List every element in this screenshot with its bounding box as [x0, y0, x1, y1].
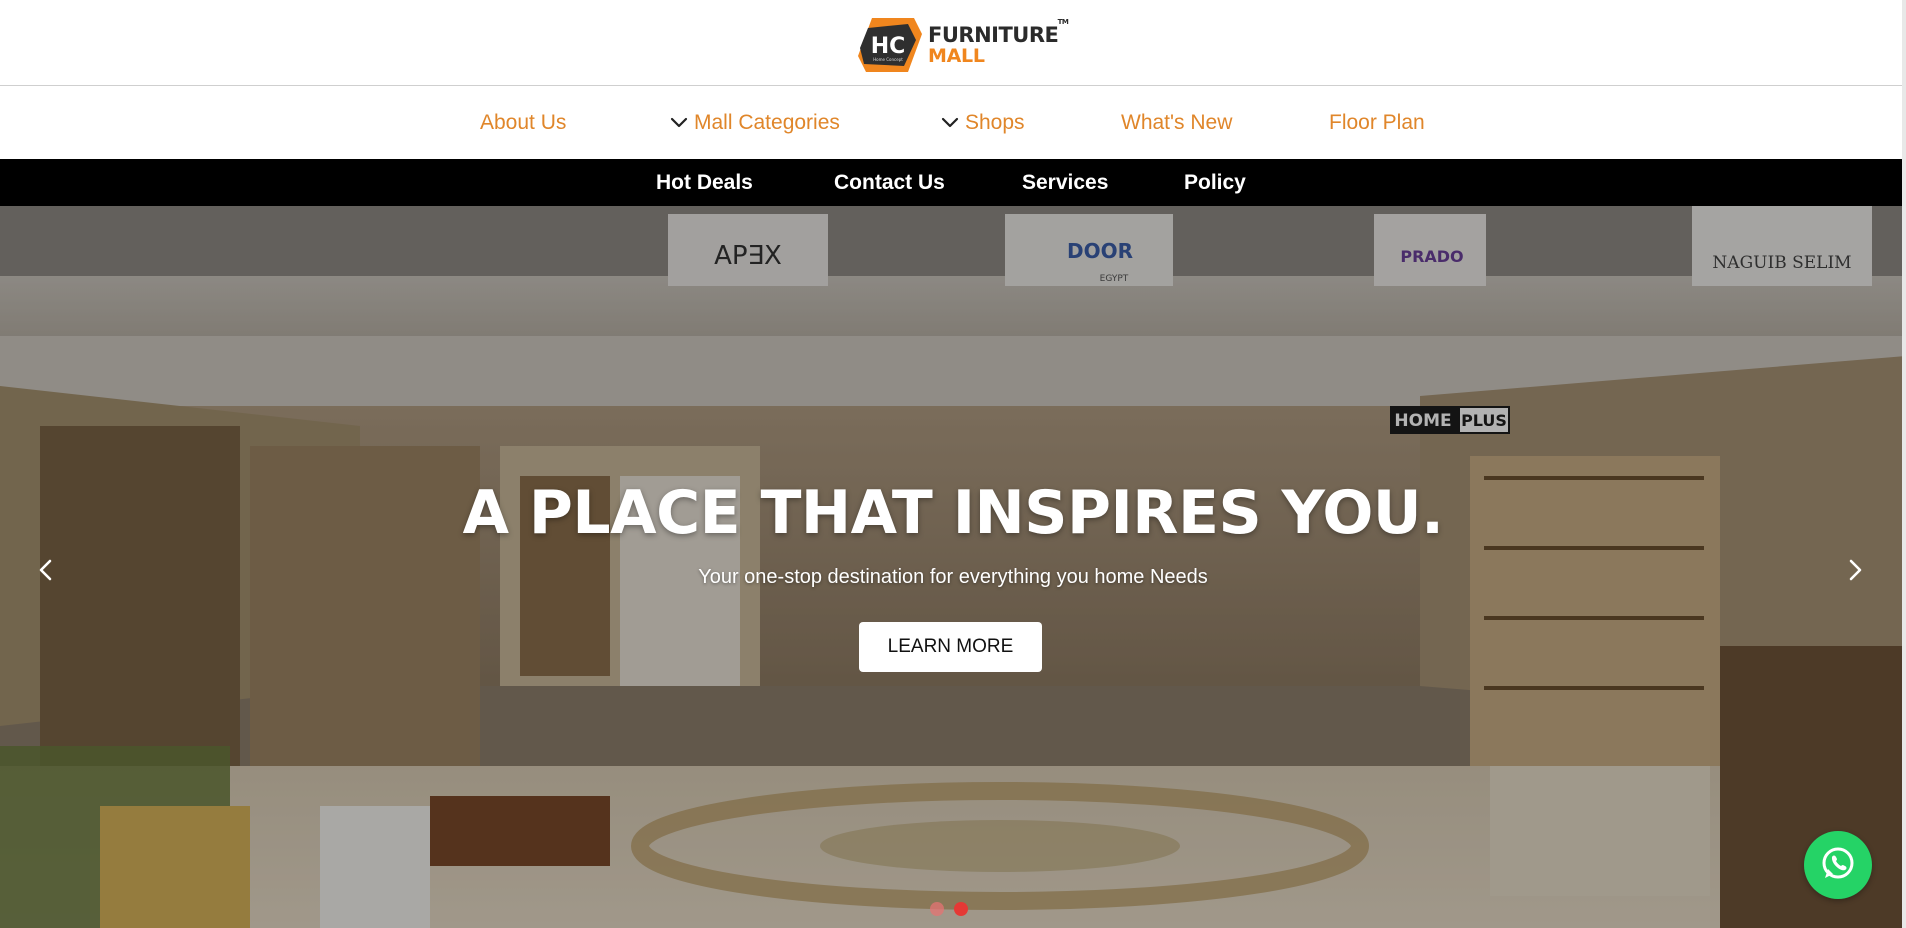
chevron-right-icon — [1849, 559, 1863, 586]
logo-badge-subtext: Home Concept — [873, 57, 903, 62]
logo-word-mall: MALL — [928, 44, 985, 67]
nav-about-us[interactable]: About Us — [480, 87, 566, 159]
nav-hot-deals-label: Hot Deals — [656, 170, 753, 194]
nav-shops[interactable]: Shops — [939, 87, 1025, 159]
carousel-prev-button[interactable] — [27, 554, 63, 590]
page-scrollbar[interactable] — [1902, 0, 1906, 928]
nav-policy-label: Policy — [1184, 170, 1246, 194]
whatsapp-chat-button[interactable] — [1804, 831, 1872, 899]
logo-trademark: TM — [1057, 17, 1069, 26]
nav-policy[interactable]: Policy — [1184, 159, 1246, 206]
primary-nav: About Us Mall Categories Shops What's Ne… — [0, 87, 1906, 159]
carousel-dot-2[interactable] — [954, 902, 968, 916]
carousel-dot-1[interactable] — [930, 902, 944, 916]
hero-carousel: AP∃X DOOR EGYPT PRADO NAGUIB SELIM HOME … — [0, 206, 1906, 928]
brand-logo[interactable]: HC Home Concept FURNITURE TM MALL — [858, 16, 1069, 74]
nav-about-us-label: About Us — [480, 111, 567, 134]
nav-shops-label: Shops — [965, 111, 1025, 134]
carousel-next-button[interactable] — [1838, 554, 1874, 590]
nav-hot-deals[interactable]: Hot Deals — [656, 159, 753, 206]
logo-word-furniture: FURNITURE TM — [928, 17, 1069, 47]
nav-services-label: Services — [1022, 170, 1109, 194]
learn-more-button[interactable]: LEARN MORE — [859, 622, 1042, 672]
site-header: HC Home Concept FURNITURE TM MALL — [0, 0, 1906, 86]
nav-mall-categories-label: Mall Categories — [694, 111, 840, 134]
nav-services[interactable]: Services — [1022, 159, 1108, 206]
nav-floor-plan-label: Floor Plan — [1329, 111, 1425, 134]
chevron-left-icon — [38, 559, 52, 586]
logo-badge-text: HC — [871, 34, 906, 59]
carousel-indicators — [930, 902, 968, 916]
secondary-nav: Hot Deals Contact Us Services Policy — [0, 159, 1906, 206]
hero-title: A PLACE THAT INSPIRES YOU. — [462, 478, 1444, 548]
chevron-down-icon — [668, 112, 690, 134]
whatsapp-icon — [1819, 844, 1857, 887]
nav-floor-plan[interactable]: Floor Plan — [1329, 87, 1425, 159]
chevron-down-icon — [939, 112, 961, 134]
nav-contact-us-label: Contact Us — [834, 170, 945, 194]
nav-mall-categories[interactable]: Mall Categories — [668, 87, 840, 159]
hero-subtitle: Your one-stop destination for everything… — [698, 566, 1208, 588]
nav-contact-us[interactable]: Contact Us — [834, 159, 945, 206]
nav-whats-new-label: What's New — [1121, 111, 1233, 134]
logo-wordmark: FURNITURE TM MALL — [928, 17, 1069, 67]
logo-badge: HC Home Concept — [858, 16, 922, 74]
nav-whats-new[interactable]: What's New — [1121, 87, 1232, 159]
